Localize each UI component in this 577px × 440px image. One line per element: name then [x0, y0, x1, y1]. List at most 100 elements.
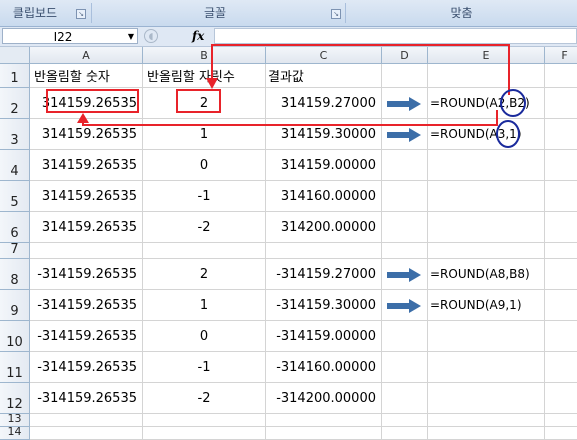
cell-e13[interactable]	[428, 414, 545, 427]
cell-f4[interactable]	[545, 150, 577, 181]
cell-f12[interactable]	[545, 383, 577, 414]
row-header-10[interactable]: 10	[0, 321, 30, 352]
cell-d13[interactable]	[382, 414, 428, 427]
cell-e9[interactable]: =ROUND(A9,1)	[428, 290, 545, 321]
cell-c7[interactable]	[266, 243, 382, 259]
cell-d12[interactable]	[382, 383, 428, 414]
cell-d3[interactable]	[382, 119, 428, 150]
cell-c8[interactable]: -314159.27000	[266, 259, 382, 290]
cell-a11[interactable]: -314159.26535	[30, 352, 143, 383]
chevron-down-icon[interactable]: ▼	[128, 29, 134, 45]
column-header-d[interactable]: D	[382, 47, 428, 64]
row-header-9[interactable]: 9	[0, 290, 30, 321]
cell-f3[interactable]	[545, 119, 577, 150]
cell-d10[interactable]	[382, 321, 428, 352]
cell-d4[interactable]	[382, 150, 428, 181]
cell-a13[interactable]	[30, 414, 143, 427]
cell-e12[interactable]	[428, 383, 545, 414]
cell-f5[interactable]	[545, 181, 577, 212]
cell-c14[interactable]	[266, 427, 382, 440]
cell-a1[interactable]: 반올림할 숫자	[30, 64, 143, 88]
cell-c2[interactable]: 314159.27000	[266, 88, 382, 119]
cell-e6[interactable]	[428, 212, 545, 243]
cell-a9[interactable]: -314159.26535	[30, 290, 143, 321]
cell-b6[interactable]: -2	[143, 212, 266, 243]
cell-c11[interactable]: -314160.00000	[266, 352, 382, 383]
cell-b3[interactable]: 1	[143, 119, 266, 150]
cell-e3[interactable]: =ROUND(A3,1)	[428, 119, 545, 150]
cell-d6[interactable]	[382, 212, 428, 243]
cell-a8[interactable]: -314159.26535	[30, 259, 143, 290]
cell-b10[interactable]: 0	[143, 321, 266, 352]
cell-d14[interactable]	[382, 427, 428, 440]
clipboard-launcher-icon[interactable]: ↘	[76, 9, 86, 19]
cell-b4[interactable]: 0	[143, 150, 266, 181]
cell-a10[interactable]: -314159.26535	[30, 321, 143, 352]
cell-b7[interactable]	[143, 243, 266, 259]
cell-a2[interactable]: 314159.26535	[30, 88, 143, 119]
cell-a14[interactable]	[30, 427, 143, 440]
cell-e7[interactable]	[428, 243, 545, 259]
cell-b5[interactable]: -1	[143, 181, 266, 212]
cell-b12[interactable]: -2	[143, 383, 266, 414]
cell-d5[interactable]	[382, 181, 428, 212]
cell-c12[interactable]: -314200.00000	[266, 383, 382, 414]
row-header-3[interactable]: 3	[0, 119, 30, 150]
row-header-1[interactable]: 1	[0, 64, 30, 88]
cell-e1[interactable]	[428, 64, 545, 88]
cell-e4[interactable]	[428, 150, 545, 181]
column-header-e[interactable]: E	[428, 47, 545, 64]
cell-f8[interactable]	[545, 259, 577, 290]
cell-b1[interactable]: 반올림할 자릿수	[143, 64, 266, 88]
row-header-8[interactable]: 8	[0, 259, 30, 290]
column-header-f[interactable]: F	[545, 47, 577, 64]
cell-f13[interactable]	[545, 414, 577, 427]
cell-b13[interactable]	[143, 414, 266, 427]
cell-c6[interactable]: 314200.00000	[266, 212, 382, 243]
cell-e14[interactable]	[428, 427, 545, 440]
cell-a6[interactable]: 314159.26535	[30, 212, 143, 243]
cell-d9[interactable]	[382, 290, 428, 321]
cell-f11[interactable]	[545, 352, 577, 383]
row-header-2[interactable]: 2	[0, 88, 30, 119]
column-header-c[interactable]: C	[266, 47, 382, 64]
cell-f2[interactable]	[545, 88, 577, 119]
cell-c1[interactable]: 결과값	[266, 64, 382, 88]
cell-d8[interactable]	[382, 259, 428, 290]
cell-f14[interactable]	[545, 427, 577, 440]
insert-function-button[interactable]: fx	[192, 28, 204, 44]
cell-e10[interactable]	[428, 321, 545, 352]
cell-e2[interactable]: =ROUND(A2,B2)	[428, 88, 545, 119]
cell-e5[interactable]	[428, 181, 545, 212]
cell-e8[interactable]: =ROUND(A8,B8)	[428, 259, 545, 290]
row-header-11[interactable]: 11	[0, 352, 30, 383]
cell-b14[interactable]	[143, 427, 266, 440]
cell-f7[interactable]	[545, 243, 577, 259]
row-header-14[interactable]: 14	[0, 425, 30, 440]
cell-f9[interactable]	[545, 290, 577, 321]
cell-b11[interactable]: -1	[143, 352, 266, 383]
cell-c4[interactable]: 314159.00000	[266, 150, 382, 181]
cell-c3[interactable]: 314159.30000	[266, 119, 382, 150]
cancel-circle-icon[interactable]: ◖	[144, 29, 158, 43]
cell-f10[interactable]	[545, 321, 577, 352]
cell-d2[interactable]	[382, 88, 428, 119]
formula-input[interactable]	[214, 28, 577, 44]
cell-c10[interactable]: -314159.00000	[266, 321, 382, 352]
cell-a4[interactable]: 314159.26535	[30, 150, 143, 181]
row-header-6[interactable]: 6	[0, 212, 30, 243]
name-box[interactable]: I22 ▼	[2, 28, 138, 44]
row-header-4[interactable]: 4	[0, 150, 30, 181]
cell-f6[interactable]	[545, 212, 577, 243]
cell-c13[interactable]	[266, 414, 382, 427]
cell-f1[interactable]	[545, 64, 577, 88]
font-launcher-icon[interactable]: ↘	[331, 9, 341, 19]
cell-e11[interactable]	[428, 352, 545, 383]
cell-d1[interactable]	[382, 64, 428, 88]
cell-c9[interactable]: -314159.30000	[266, 290, 382, 321]
cell-a12[interactable]: -314159.26535	[30, 383, 143, 414]
cell-b9[interactable]: 1	[143, 290, 266, 321]
column-header-a[interactable]: A	[30, 47, 143, 64]
cell-d11[interactable]	[382, 352, 428, 383]
cell-d7[interactable]	[382, 243, 428, 259]
